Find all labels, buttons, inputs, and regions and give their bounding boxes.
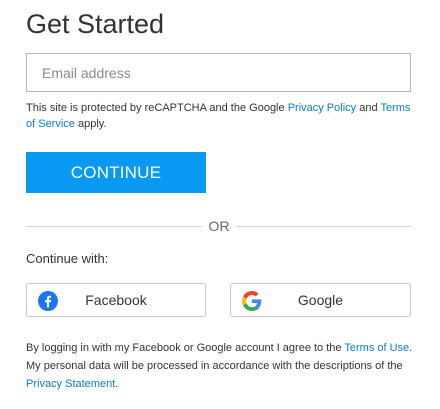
google-login-button[interactable]: Google xyxy=(230,283,411,317)
recaptcha-text-suffix: apply. xyxy=(74,118,107,130)
privacy-statement-link[interactable]: Privacy Statement xyxy=(26,378,115,390)
recaptcha-notice: This site is protected by reCAPTCHA and … xyxy=(26,100,416,132)
privacy-policy-link[interactable]: Privacy Policy xyxy=(288,102,356,114)
facebook-button-label: Facebook xyxy=(85,292,147,308)
continue-button[interactable]: CONTINUE xyxy=(26,152,206,193)
divider-line-left xyxy=(26,226,202,227)
facebook-login-button[interactable]: Facebook xyxy=(26,283,206,317)
continue-with-heading: Continue with: xyxy=(26,251,109,266)
consent-text-prefix: By logging in with my Facebook or Google… xyxy=(26,342,345,354)
consent-text-suffix: . xyxy=(115,378,119,390)
consent-notice: By logging in with my Facebook or Google… xyxy=(26,339,416,393)
page-title: Get Started xyxy=(26,9,165,39)
terms-of-use-link[interactable]: Terms of Use xyxy=(344,342,409,354)
recaptcha-text-middle: and xyxy=(356,102,381,114)
email-input[interactable] xyxy=(26,53,411,92)
divider-line-right xyxy=(236,226,411,227)
or-divider-label: OR xyxy=(208,218,230,234)
recaptcha-text-prefix: This site is protected by reCAPTCHA and … xyxy=(26,102,288,114)
google-button-label: Google xyxy=(297,292,344,308)
